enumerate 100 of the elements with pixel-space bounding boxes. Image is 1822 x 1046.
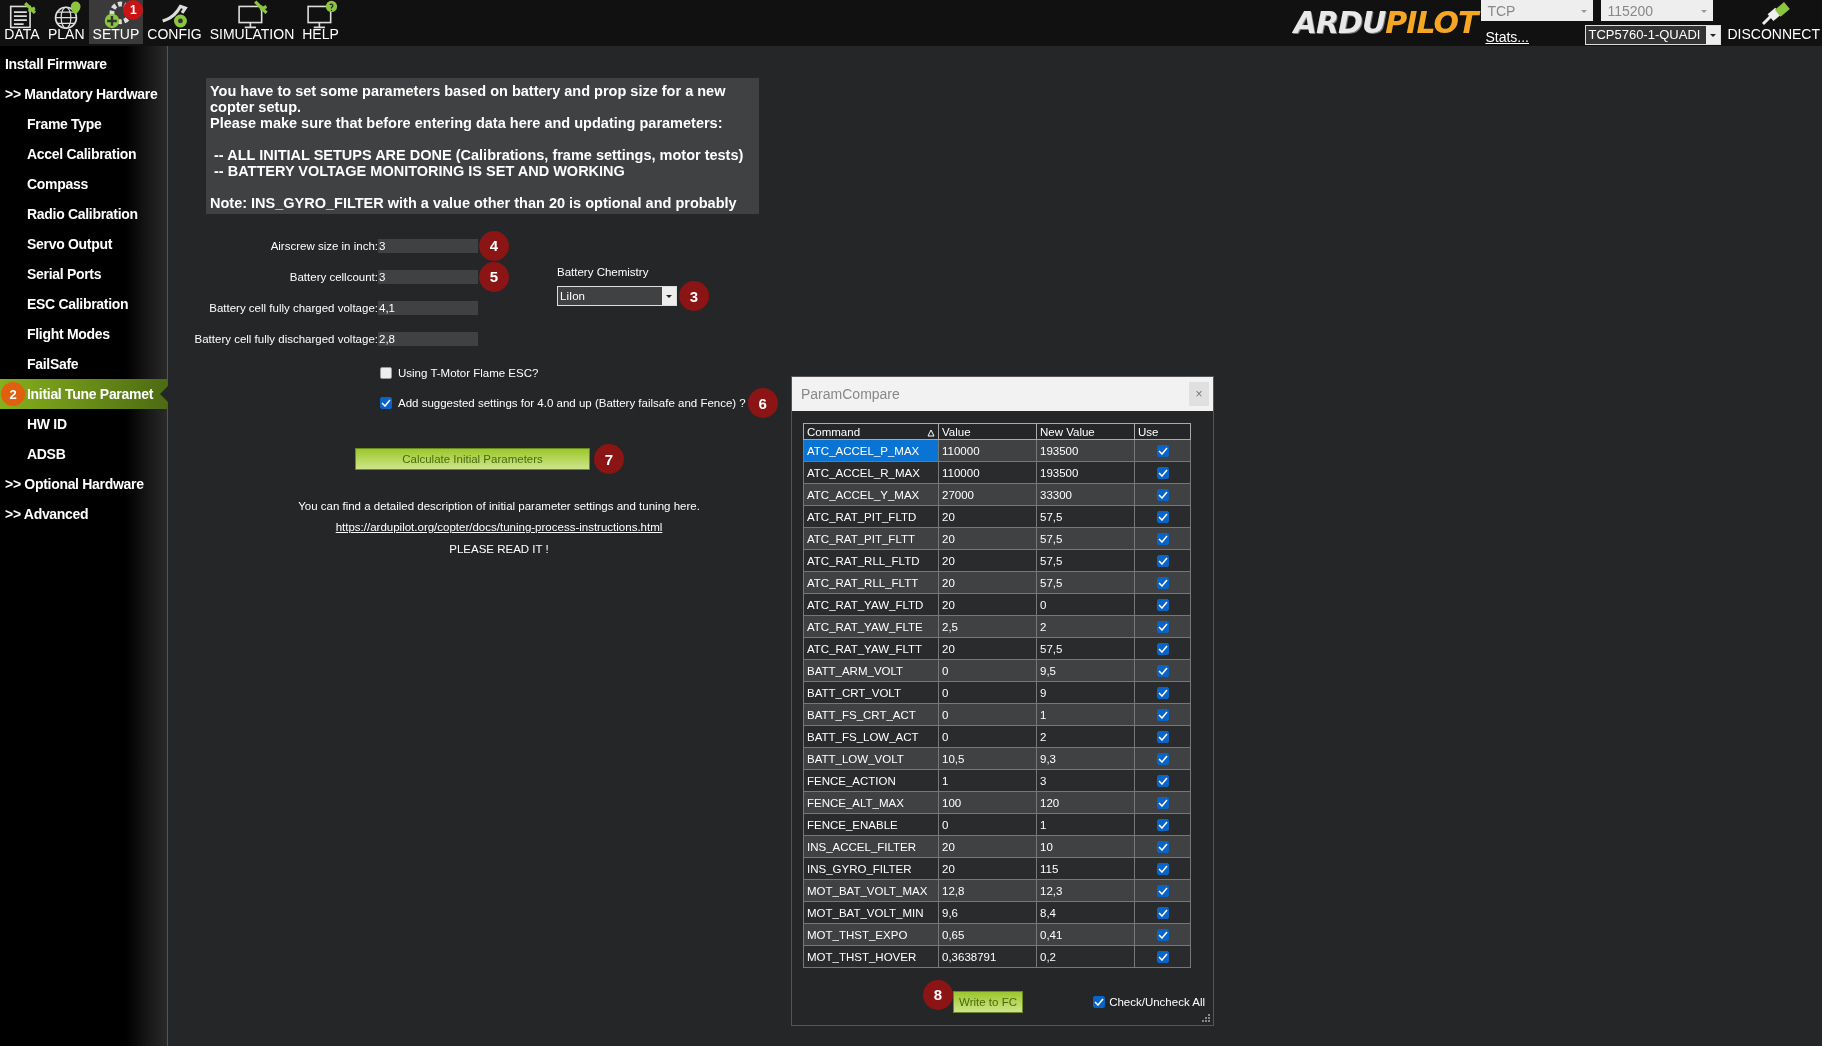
caret-icon <box>1710 33 1717 37</box>
info-text: Note: INS_GYRO_FILTER with a value other than 20 is optional and probably <box>210 195 738 211</box>
sidebar-item[interactable]: Frame Type <box>0 109 167 139</box>
callout-badge: 2 <box>1 382 25 406</box>
sidebar-item[interactable]: ESC Calibration <box>0 289 167 319</box>
table-cell[interactable]: BATT_FS_LOW_ACT <box>803 725 939 748</box>
table-cell[interactable]: ATC_ACCEL_P_MAX <box>803 439 939 462</box>
close-button[interactable]: × <box>1189 382 1209 406</box>
table-cell[interactable]: MOT_BAT_VOLT_MIN <box>803 901 939 924</box>
checkbox[interactable] <box>1093 996 1106 1008</box>
table-cell[interactable]: ATC_RAT_RLL_FLTD <box>803 549 939 572</box>
sidebar-item[interactable]: >> Advanced <box>0 499 167 529</box>
table-cell[interactable]: BATT_CRT_VOLT <box>803 681 939 704</box>
checkbox[interactable] <box>1156 466 1169 479</box>
table-cell[interactable]: MOT_THST_HOVER <box>803 945 939 968</box>
checkbox[interactable] <box>1156 884 1169 897</box>
column-header[interactable]: Value <box>938 423 1037 440</box>
sidebar-item[interactable]: HW ID <box>0 409 167 439</box>
table-cell[interactable]: ATC_RAT_PIT_FLTT <box>803 527 939 550</box>
checkbox[interactable] <box>1156 686 1169 699</box>
sidebar-item[interactable]: Radio Calibration <box>0 199 167 229</box>
checkbox[interactable] <box>1156 730 1169 743</box>
sidebar-item[interactable]: ADSB <box>0 439 167 469</box>
disconnect-button[interactable]: DISCONNECT <box>1721 0 1822 46</box>
table-cell[interactable]: BATT_ARM_VOLT <box>803 659 939 682</box>
checkbox[interactable] <box>1156 532 1169 545</box>
info-text: -- BATTERY VOLTAGE MONITORING IS SET AND WORKING <box>213 163 626 179</box>
help-link[interactable]: https://ardupilot.org/copter/docs/tuning-process-instructions.html <box>335 520 663 534</box>
checkbox[interactable] <box>1156 554 1169 567</box>
table-cell[interactable]: FENCE_ENABLE <box>803 813 939 836</box>
callout-badge: 8 <box>923 979 953 1010</box>
input-field[interactable]: 3 <box>378 269 478 284</box>
table-cell[interactable]: INS_GYRO_FILTER <box>803 857 939 880</box>
callout-badge: 5 <box>479 261 509 292</box>
checkbox[interactable] <box>1156 598 1169 611</box>
toolbar-tab[interactable]: DATA <box>0 0 44 44</box>
checkbox[interactable] <box>1156 774 1169 787</box>
toolbar-tab[interactable]: SIMULATION <box>205 0 299 44</box>
write-button[interactable]: Write to FC <box>953 991 1023 1013</box>
input-field[interactable]: 2,8 <box>378 331 478 346</box>
table-cell[interactable]: ATC_RAT_PIT_FLTD <box>803 505 939 528</box>
stats-link[interactable]: Stats... <box>1485 29 1529 45</box>
checkbox[interactable] <box>1156 840 1169 853</box>
table-cell[interactable]: ATC_ACCEL_Y_MAX <box>803 483 939 506</box>
toolbar-tab[interactable]: PLAN <box>44 0 89 44</box>
table-cell[interactable]: FENCE_ACTION <box>803 769 939 792</box>
table-cell[interactable]: FENCE_ALT_MAX <box>803 791 939 814</box>
checkbox[interactable] <box>1156 664 1169 677</box>
checkbox[interactable] <box>1156 488 1169 501</box>
checkbox[interactable] <box>1156 950 1169 963</box>
help-text: You can find a detailed description of initial parameter settings and tuning here. <box>298 499 700 513</box>
checkbox[interactable] <box>1156 752 1169 765</box>
sidebar-item[interactable]: Install Firmware <box>0 49 167 79</box>
checkbox[interactable] <box>1156 708 1169 721</box>
checkbox[interactable] <box>1156 576 1169 589</box>
toolbar-tab[interactable]: HELP <box>298 0 343 44</box>
checkbox[interactable] <box>1156 906 1169 919</box>
table-cell[interactable]: MOT_BAT_VOLT_MAX <box>803 879 939 902</box>
column-header[interactable]: New Value <box>1036 423 1135 440</box>
checkbox[interactable] <box>1156 796 1169 809</box>
checkbox[interactable] <box>1156 928 1169 941</box>
sidebar-item[interactable]: 2 Initial Tune Paramet <box>0 379 167 409</box>
table-cell[interactable]: BATT_LOW_VOLT <box>803 747 939 770</box>
checkbox-label: Using T-Motor Flame ESC? <box>398 367 539 379</box>
table-cell[interactable]: ATC_RAT_RLL_FLTT <box>803 571 939 594</box>
table-cell[interactable]: ATC_RAT_YAW_FLTT <box>803 637 939 660</box>
toolbar-tab[interactable]: SETUP 1 <box>88 0 144 44</box>
sidebar-item[interactable]: Serial Ports <box>0 259 167 289</box>
column-header[interactable]: Command <box>803 423 939 440</box>
table-cell[interactable]: INS_ACCEL_FILTER <box>803 835 939 858</box>
checkbox[interactable] <box>1156 642 1169 655</box>
checkbox[interactable] <box>1156 620 1169 633</box>
table-cell[interactable]: MOT_THST_EXPO <box>803 923 939 946</box>
input-field[interactable]: 3 <box>378 238 478 253</box>
table-cell[interactable]: BATT_FS_CRT_ACT <box>803 703 939 726</box>
checkbox[interactable] <box>1156 510 1169 523</box>
checkbox[interactable] <box>380 397 392 409</box>
sidebar-item[interactable]: >> Optional Hardware <box>0 469 167 499</box>
port-dropdown[interactable]: TCP5760-1-QUADI <box>1585 25 1722 45</box>
table-cell[interactable]: ATC_ACCEL_R_MAX <box>803 461 939 484</box>
column-header[interactable]: Use <box>1134 423 1191 440</box>
checkbox[interactable] <box>1156 862 1169 875</box>
sidebar-item[interactable]: >> Mandatory Hardware <box>0 79 167 109</box>
sidebar-item[interactable]: Servo Output <box>0 229 167 259</box>
toolbar-tab[interactable]: CONFIG <box>143 0 206 44</box>
sidebar-item[interactable]: Accel Calibration <box>0 139 167 169</box>
input-field[interactable]: 4,1 <box>378 300 478 315</box>
table-cell[interactable]: ATC_RAT_YAW_FLTE <box>803 615 939 638</box>
checkbox[interactable] <box>1156 818 1169 831</box>
checkbox[interactable] <box>1156 444 1169 457</box>
table-cell[interactable]: ATC_RAT_YAW_FLTD <box>803 593 939 616</box>
sidebar-item[interactable]: Flight Modes <box>0 319 167 349</box>
note-text: PLEASE READ IT ! <box>449 542 549 556</box>
chemistry-dropdown[interactable]: LiIon <box>557 286 677 306</box>
callout-badge: 7 <box>594 444 624 474</box>
checkbox[interactable] <box>380 367 392 379</box>
sidebar-item[interactable]: Compass <box>0 169 167 199</box>
sidebar-item[interactable]: FailSafe <box>0 349 167 379</box>
calculate-button[interactable]: Calculate Initial Parameters <box>355 448 590 470</box>
callout-badge: 3 <box>679 281 709 311</box>
